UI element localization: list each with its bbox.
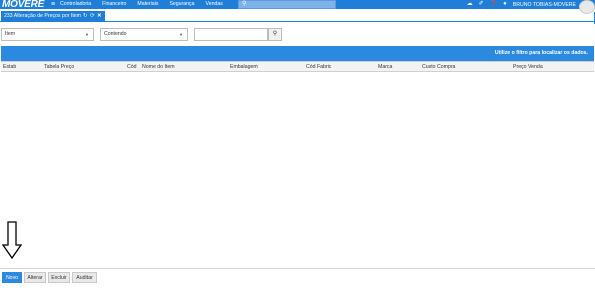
tab-alteracao-precos[interactable]: 233 Alteração de Preços por Item ↻ ⟳ ✕ <box>1 11 105 22</box>
footer-divider <box>0 268 595 269</box>
col-embalagem[interactable]: Embalagem <box>230 64 258 70</box>
alterar-button[interactable]: Alterar <box>24 272 46 283</box>
col-nome-item[interactable]: Nome do Item <box>142 64 175 70</box>
help-icon[interactable]: ❓ <box>490 0 497 9</box>
cloud-icon[interactable]: ☁ <box>467 0 473 9</box>
tab-title: 233 Alteração de Preços por Item <box>4 13 81 19</box>
search-icon: ⚲ <box>242 1 247 7</box>
search-button[interactable]: ⚲ <box>268 28 282 41</box>
menu-item-vendas[interactable]: Vendas <box>206 0 223 9</box>
menu-item-materiais[interactable]: Materiais <box>137 0 158 9</box>
app-logo[interactable]: MOVERE <box>2 0 46 10</box>
col-marca[interactable]: Marca <box>378 64 392 70</box>
filter-operator-value: Contendo <box>104 31 127 37</box>
reload-icon[interactable]: ↻ <box>83 11 88 22</box>
chevron-down-icon: ▼ <box>179 32 183 37</box>
bell-icon[interactable]: ● <box>503 0 507 9</box>
menu-item-financeiro[interactable]: Financeiro <box>102 0 126 9</box>
grid-header-bar: Utilize o filtro para localizar os dados… <box>1 46 594 61</box>
user-name[interactable]: BRUNO TOBIAS-MOVERE <box>513 2 576 8</box>
auditar-button[interactable]: Auditar <box>72 272 97 283</box>
down-arrow-icon <box>2 221 22 259</box>
filter-operator-select[interactable]: Contendo ▼ <box>100 28 188 41</box>
top-right-toolbar: ☁ ✐ ❓ ● BRUNO TOBIAS-MOVERE <box>467 0 595 14</box>
col-preco-venda[interactable]: Preço Venda <box>513 64 543 70</box>
close-icon[interactable]: ✕ <box>97 11 102 22</box>
wrench-icon[interactable]: ✐ <box>479 0 484 9</box>
menu-icon[interactable]: ≡ <box>46 0 60 9</box>
col-estab[interactable]: Estab <box>3 64 16 70</box>
grid-column-headers: Estab Tabela Preço Cód Nome do Item Emba… <box>1 61 594 72</box>
col-cod[interactable]: Cód <box>127 64 137 70</box>
col-custo-compra[interactable]: Custo Compra <box>422 64 455 70</box>
tab-strip: 233 Alteração de Preços por Item ↻ ⟳ ✕ <box>0 9 595 22</box>
novo-button[interactable]: Novo <box>2 272 22 283</box>
grid-body[interactable] <box>1 72 594 267</box>
col-cod-fabric[interactable]: Cód Fabric <box>306 64 331 70</box>
refresh-icon[interactable]: ⟳ <box>90 11 95 22</box>
menu-item-controladoria[interactable]: Controladoria <box>60 0 91 9</box>
global-search-input[interactable]: ⚲ <box>238 0 336 9</box>
chevron-down-icon: ▼ <box>85 32 89 37</box>
filter-field-select[interactable]: Item ▼ <box>1 28 94 41</box>
menu-item-seguranca[interactable]: Segurança <box>169 0 194 9</box>
filter-value-input[interactable] <box>194 28 268 41</box>
grid-hint: Utilize o filtro para localizar os dados… <box>494 50 588 56</box>
excluir-button[interactable]: Excluir <box>48 272 70 283</box>
filter-field-value: Item <box>5 31 16 37</box>
search-icon: ⚲ <box>272 31 278 37</box>
col-tabela-preco[interactable]: Tabela Preço <box>44 64 74 70</box>
